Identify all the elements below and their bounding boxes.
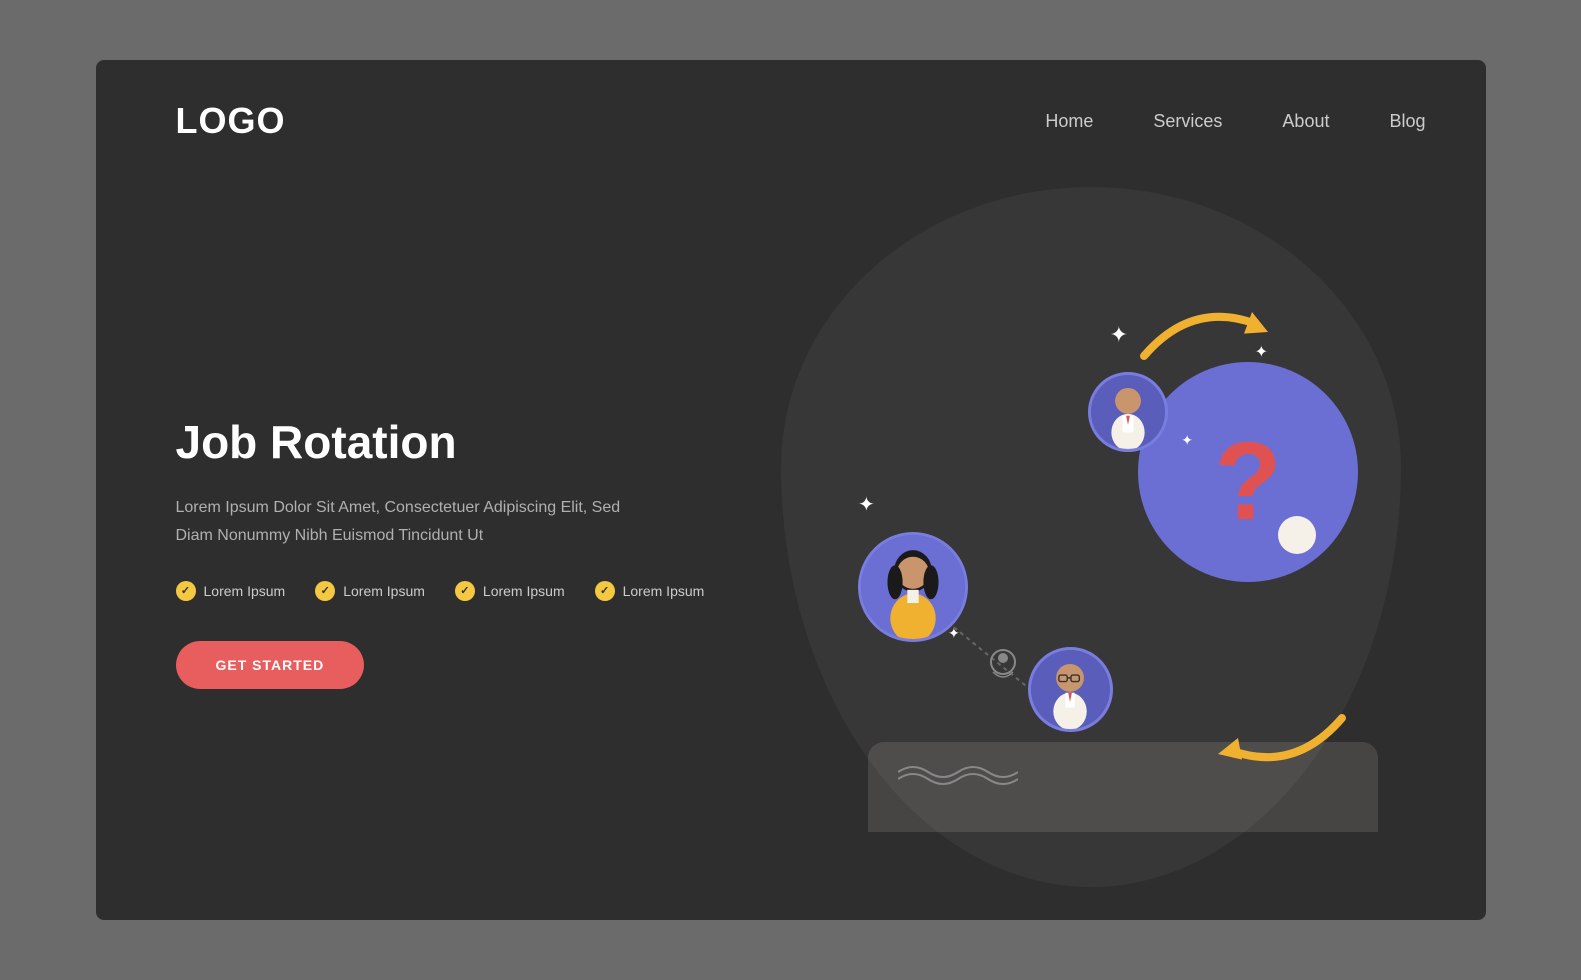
checkmarks-list: ✓ Lorem Ipsum ✓ Lorem Ipsum ✓ Lorem Ipsu… <box>176 581 771 601</box>
sparkle-icon-2: ✦ <box>1255 342 1268 362</box>
sparkle-icon-3: ✦ <box>858 492 875 517</box>
hero-illustration: ? <box>811 227 1406 877</box>
check-icon-4: ✓ <box>595 581 615 601</box>
logo: LOGO <box>176 100 286 142</box>
question-mark-circle: ? <box>1138 362 1358 582</box>
question-mark-dot <box>1278 516 1316 554</box>
arrow-top-icon <box>1108 292 1308 372</box>
hero-section: Job Rotation Lorem Ipsum Dolor Sit Amet,… <box>96 142 1486 902</box>
hero-title: Job Rotation <box>176 415 771 470</box>
navigation: Home Services About Blog <box>1045 111 1425 132</box>
avatar-svg-left <box>861 535 965 639</box>
cta-button[interactable]: GET STARTED <box>176 641 365 689</box>
nav-services[interactable]: Services <box>1153 111 1222 132</box>
header: LOGO Home Services About Blog <box>96 60 1486 142</box>
hero-description: Lorem Ipsum Dolor Sit Amet, Consectetuer… <box>176 494 636 548</box>
checkmark-item-3: ✓ Lorem Ipsum <box>455 581 565 601</box>
question-mark: ? <box>1214 427 1281 537</box>
person-avatar-bottom <box>1028 647 1113 732</box>
nav-home[interactable]: Home <box>1045 111 1093 132</box>
checkmark-label-3: Lorem Ipsum <box>483 583 565 599</box>
avatar-svg-bottom <box>1031 650 1110 729</box>
check-icon-1: ✓ <box>176 581 196 601</box>
sparkle-icon-1: ✦ <box>1110 322 1128 348</box>
person-avatar-top <box>1088 372 1168 452</box>
check-icon-3: ✓ <box>455 581 475 601</box>
check-icon-2: ✓ <box>315 581 335 601</box>
sparkle-icon-4: ✦ <box>948 625 960 642</box>
page-container: LOGO Home Services About Blog Job Rotati… <box>96 60 1486 920</box>
illustration-container: ? <box>828 262 1388 842</box>
checkmark-label-2: Lorem Ipsum <box>343 583 425 599</box>
arrow-bottom-icon <box>1178 702 1378 782</box>
checkmark-item-4: ✓ Lorem Ipsum <box>595 581 705 601</box>
checkmark-label-1: Lorem Ipsum <box>204 583 286 599</box>
sparkle-icon-5: ✦ <box>1181 432 1193 449</box>
avatar-svg-top <box>1091 375 1165 449</box>
checkmark-label-4: Lorem Ipsum <box>623 583 705 599</box>
wavy-lines <box>898 757 1018 787</box>
nav-blog[interactable]: Blog <box>1389 111 1425 132</box>
checkmark-item-1: ✓ Lorem Ipsum <box>176 581 286 601</box>
nav-about[interactable]: About <box>1282 111 1329 132</box>
checkmark-item-2: ✓ Lorem Ipsum <box>315 581 425 601</box>
hero-content: Job Rotation Lorem Ipsum Dolor Sit Amet,… <box>176 415 811 689</box>
